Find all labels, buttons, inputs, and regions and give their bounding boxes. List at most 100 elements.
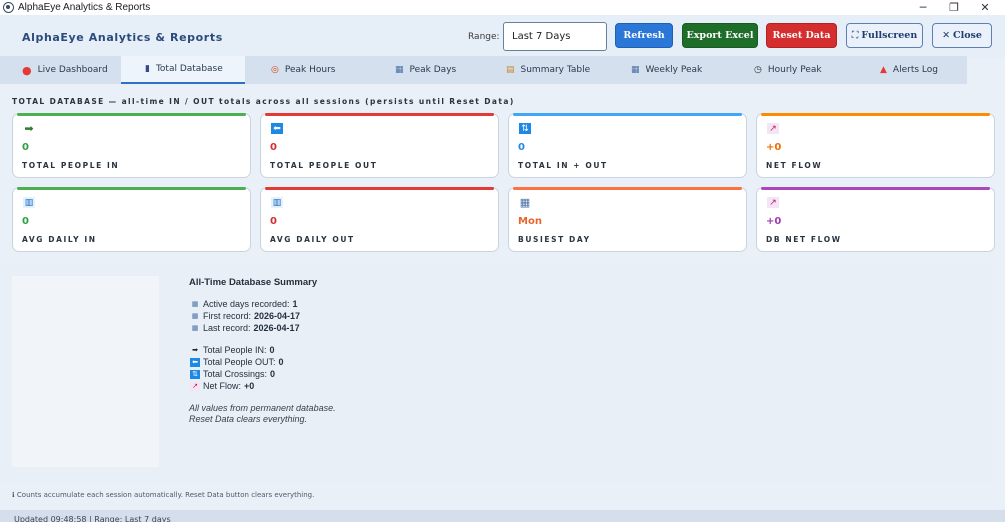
- info-icon: ℹ: [12, 491, 15, 499]
- tab-label: Alerts Log: [892, 65, 938, 75]
- stat-card-busiest-day: ▦ Mon BUSIEST DAY: [508, 187, 747, 252]
- tab-label: Weekly Peak: [645, 65, 703, 75]
- arrow-left-icon: ⬅: [271, 123, 283, 134]
- summary-row-label: Active days recorded:: [203, 299, 290, 309]
- tab-peak-hours[interactable]: ◎ Peak Hours: [271, 56, 381, 84]
- bar-chart-icon: ▥: [271, 197, 283, 208]
- refresh-button[interactable]: Refresh: [615, 23, 673, 48]
- summary-row-active-days: ▦ Active days recorded: 1: [190, 299, 298, 309]
- card-value: 0: [22, 216, 29, 227]
- summary-row-label: Net Flow:: [203, 381, 242, 391]
- section-heading: TOTAL DATABASE — all-time IN / OUT total…: [12, 97, 515, 106]
- summary-note: All values from permanent database.: [189, 403, 336, 413]
- trend-chart-icon: ↗: [767, 197, 779, 208]
- window-titlebar: AlphaEye Analytics & Reports ─ ❐ ✕: [0, 0, 1005, 15]
- red-dot-icon: ●: [22, 63, 32, 77]
- card-label: AVG DAILY OUT: [270, 235, 355, 244]
- card-accent-bar: [513, 187, 742, 190]
- close-button[interactable]: ✕ Close: [932, 23, 992, 48]
- minimize-icon[interactable]: ─: [908, 0, 938, 15]
- tab-weekly-peak[interactable]: ▦ Weekly Peak: [631, 56, 741, 84]
- target-icon: ◎: [271, 65, 279, 75]
- window-title: AlphaEye Analytics & Reports: [18, 2, 151, 13]
- summary-row-label: Total People IN:: [203, 345, 267, 355]
- calendar-icon: ▦: [395, 65, 404, 75]
- bar-chart-icon: ▥: [23, 197, 35, 208]
- restore-icon[interactable]: ❐: [939, 0, 969, 15]
- summary-row-value: 2026-04-17: [253, 323, 300, 333]
- alert-icon: ▲: [880, 65, 887, 75]
- trend-chart-icon: ↗: [767, 123, 779, 134]
- fullscreen-icon: ⛶: [851, 30, 859, 41]
- calendar-icon: ▦: [631, 65, 640, 75]
- stat-card-total-out: ⬅ 0 TOTAL PEOPLE OUT: [260, 113, 499, 178]
- close-window-icon[interactable]: ✕: [970, 0, 1000, 15]
- summary-row-label: Total People OUT:: [203, 357, 276, 367]
- card-label: AVG DAILY IN: [22, 235, 97, 244]
- close-icon: ✕: [942, 30, 951, 41]
- calendar-icon: ▦: [191, 313, 199, 320]
- calendar-icon: ▦: [519, 196, 531, 209]
- card-accent-bar: [17, 187, 246, 190]
- tab-label: Hourly Peak: [767, 65, 822, 75]
- tab-peak-days[interactable]: ▦ Peak Days: [395, 56, 495, 84]
- tab-hourly-peak[interactable]: ◷ Hourly Peak: [754, 56, 864, 84]
- stat-card-avg-daily-in: ▥ 0 AVG DAILY IN: [12, 187, 251, 252]
- card-label: TOTAL PEOPLE IN: [22, 161, 120, 170]
- app-header: AlphaEye Analytics & Reports Range: Last…: [0, 15, 1005, 58]
- card-value: 0: [518, 142, 525, 153]
- stat-card-total-in: ➡ 0 TOTAL PEOPLE IN: [12, 113, 251, 178]
- summary-row-people-out: ⬅ Total People OUT: 0: [190, 357, 284, 367]
- card-value: 0: [270, 142, 277, 153]
- card-value: 0: [22, 142, 29, 153]
- summary-row-value: 1: [292, 299, 298, 309]
- status-bar: Updated 09:48:58 | Range: Last 7 days: [0, 510, 1005, 522]
- tab-summary-table[interactable]: ▤ Summary Table: [506, 56, 616, 84]
- stat-card-total-in-out: ⇅ 0 TOTAL IN + OUT: [508, 113, 747, 178]
- card-accent-bar: [761, 187, 990, 190]
- card-value: +0: [766, 142, 782, 153]
- summary-row-last-record: ▦ Last record: 2026-04-17: [190, 323, 300, 333]
- range-select[interactable]: Last 7 Days: [503, 22, 607, 51]
- database-icon: ▮: [145, 64, 150, 74]
- chart-placeholder: [12, 276, 159, 467]
- range-label: Range:: [468, 32, 500, 42]
- summary-row-value: 2026-04-17: [254, 311, 301, 321]
- tab-label: Live Dashboard: [37, 65, 108, 75]
- tab-total-database[interactable]: ▮ Total Database: [121, 56, 245, 84]
- footer-info: ℹ Counts accumulate each session automat…: [12, 491, 314, 499]
- card-value: +0: [766, 216, 782, 227]
- tab-label: Peak Days: [409, 65, 457, 75]
- footer-note-text: Counts accumulate each session automatic…: [16, 491, 315, 499]
- summary-row-value: 0: [270, 369, 276, 379]
- updown-arrows-icon: ⇅: [519, 123, 531, 134]
- card-label: TOTAL IN + OUT: [518, 161, 608, 170]
- reset-data-button[interactable]: Reset Data: [766, 23, 837, 48]
- summary-row-net-flow: ↗ Net Flow: +0: [190, 381, 254, 391]
- export-excel-button[interactable]: Export Excel: [682, 23, 758, 48]
- stat-card-avg-daily-out: ▥ 0 AVG DAILY OUT: [260, 187, 499, 252]
- calendar-icon: ▦: [191, 301, 199, 308]
- summary-row-value: 0: [269, 345, 275, 355]
- updown-arrows-icon: ⇅: [190, 369, 200, 379]
- card-accent-bar: [265, 113, 494, 116]
- card-accent-bar: [761, 113, 990, 116]
- card-value: Mon: [518, 216, 542, 227]
- fullscreen-button[interactable]: ⛶ Fullscreen: [846, 23, 923, 48]
- tab-alerts-log[interactable]: ▲ Alerts Log: [880, 56, 967, 84]
- card-accent-bar: [513, 113, 742, 116]
- card-label: DB NET FLOW: [766, 235, 842, 244]
- summary-row-crossings: ⇅ Total Crossings: 0: [190, 369, 275, 379]
- card-accent-bar: [265, 187, 494, 190]
- summary-row-value: +0: [244, 381, 255, 391]
- summary-note: Reset Data clears everything.: [189, 414, 308, 424]
- arrow-right-icon: ➡: [23, 122, 35, 135]
- tab-label: Total Database: [155, 64, 223, 74]
- card-accent-bar: [17, 113, 246, 116]
- tab-label: Peak Hours: [284, 65, 336, 75]
- summary-row-label: Last record:: [203, 323, 251, 333]
- stat-card-net-flow: ↗ +0 NET FLOW: [756, 113, 995, 178]
- trend-chart-icon: ↗: [190, 381, 200, 391]
- app-title: AlphaEye Analytics & Reports: [22, 31, 223, 44]
- tab-live-dashboard[interactable]: ● Live Dashboard: [14, 56, 118, 84]
